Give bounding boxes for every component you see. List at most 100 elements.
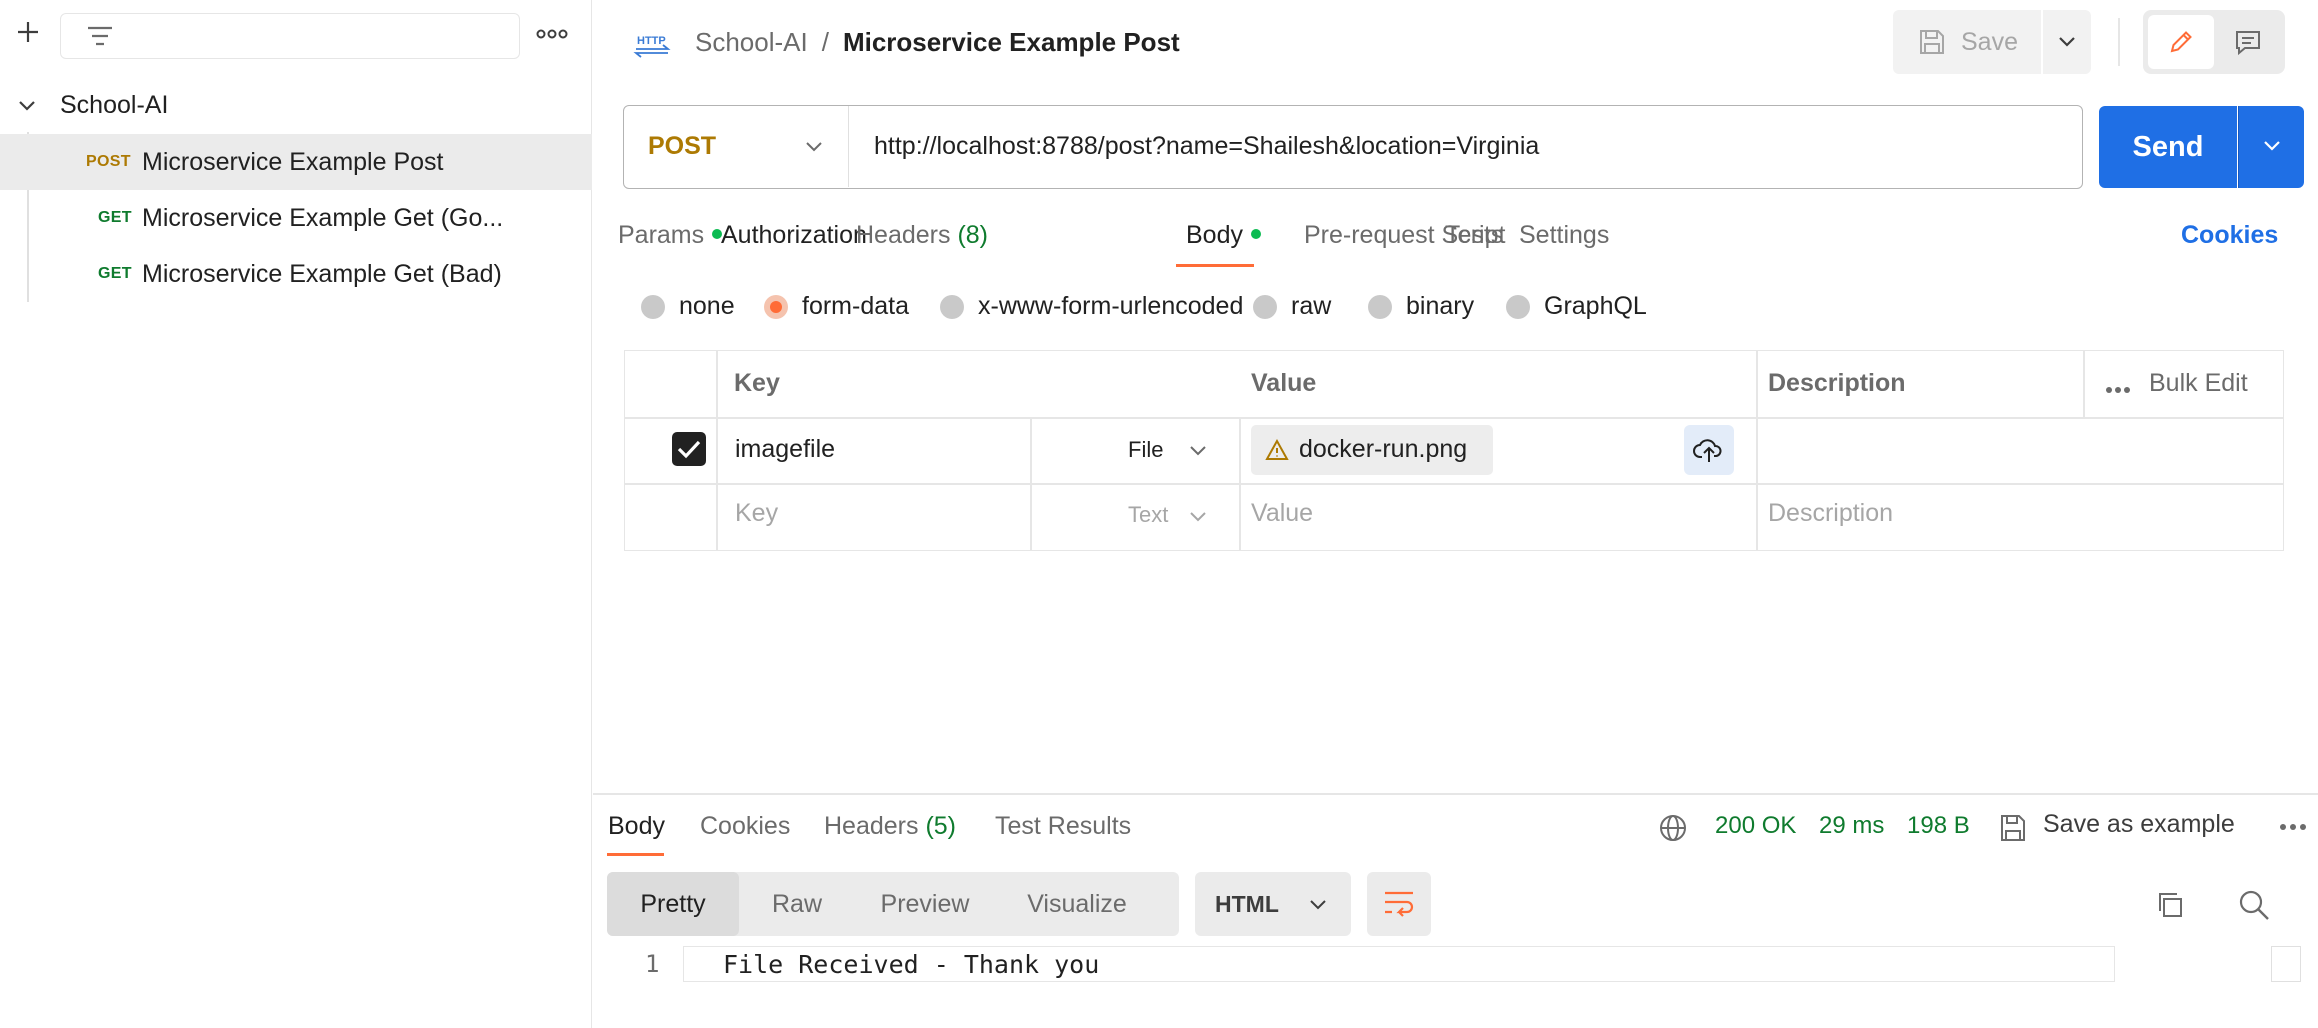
tab-authorization[interactable]: Authorization xyxy=(721,221,867,250)
view-raw[interactable]: Raw xyxy=(741,872,853,936)
radio-urlencoded[interactable]: x-www-form-urlencoded xyxy=(940,292,1243,321)
type-select-placeholder[interactable]: Text xyxy=(1128,502,1168,528)
folder-label: School-AI xyxy=(60,91,169,119)
cookies-link[interactable]: Cookies xyxy=(2181,221,2278,250)
response-tab-headers[interactable]: Headers (5) xyxy=(824,812,956,841)
edit-mode-button[interactable] xyxy=(2148,15,2214,69)
save-dropdown-button[interactable] xyxy=(2043,10,2091,74)
table-divider xyxy=(1756,351,1758,550)
toolbar-divider xyxy=(2118,18,2120,66)
headers-count: (5) xyxy=(925,812,957,840)
response-time[interactable]: 29 ms xyxy=(1819,812,1884,840)
request-name: Microservice Example Get (Go... xyxy=(142,204,504,232)
save-as-example-button[interactable]: Save as example xyxy=(2043,810,2235,839)
view-visualize[interactable]: Visualize xyxy=(997,872,1157,936)
save-label: Save xyxy=(1961,27,2018,56)
value-placeholder[interactable]: Value xyxy=(1251,499,1313,528)
tab-body[interactable]: Body xyxy=(1186,221,1261,250)
copy-icon[interactable] xyxy=(2155,890,2185,920)
chevron-down-icon xyxy=(806,142,822,152)
method-badge: GET xyxy=(98,209,132,226)
more-options-icon[interactable] xyxy=(534,22,570,46)
file-chip[interactable]: docker-run.png xyxy=(1251,425,1493,475)
sidebar-item-get-good[interactable]: GET Microservice Example Get (Go... xyxy=(0,190,592,246)
word-wrap-button[interactable] xyxy=(1367,872,1431,936)
collection-folder[interactable]: School-AI xyxy=(0,82,592,128)
radio-circle xyxy=(1506,294,1530,319)
radio-label: form-data xyxy=(802,292,909,320)
save-icon xyxy=(2001,815,2025,841)
response-body-editor[interactable]: 1 File Received - Thank you xyxy=(593,946,2318,1028)
chevron-down-icon[interactable] xyxy=(16,94,38,116)
bulk-edit-link[interactable]: Bulk Edit xyxy=(2149,369,2248,398)
view-mode-toggle xyxy=(2143,10,2285,74)
globe-icon[interactable] xyxy=(1658,813,1688,843)
row-enabled-checkbox[interactable] xyxy=(672,432,706,466)
response-tab-body[interactable]: Body xyxy=(608,812,665,841)
request-name: Microservice Example Post xyxy=(142,148,444,176)
cloud-upload-icon xyxy=(1693,439,1722,462)
editor-scrollbar[interactable] xyxy=(2271,946,2301,982)
tab-params[interactable]: Params xyxy=(618,221,723,250)
column-header-key: Key xyxy=(734,369,780,397)
radio-raw[interactable]: raw xyxy=(1253,292,1331,321)
tab-headers[interactable]: Headers (8) xyxy=(856,221,988,250)
chevron-down-icon xyxy=(2264,141,2280,151)
breadcrumb-separator: / xyxy=(821,26,829,57)
format-select[interactable]: HTML xyxy=(1195,872,1351,936)
line-number: 1 xyxy=(645,950,660,978)
send-dropdown-button[interactable] xyxy=(2238,106,2304,188)
upload-file-button[interactable] xyxy=(1684,425,1734,475)
radio-label: binary xyxy=(1406,292,1475,320)
add-icon[interactable] xyxy=(12,16,44,48)
more-options-icon[interactable] xyxy=(2105,381,2131,399)
type-select[interactable]: File xyxy=(1128,437,1163,463)
headers-count: (8) xyxy=(957,221,989,249)
radio-graphql[interactable]: GraphQL xyxy=(1506,292,1647,321)
key-cell[interactable]: imagefile xyxy=(735,435,835,464)
radio-none[interactable]: none xyxy=(641,292,735,321)
status-dot xyxy=(1250,229,1261,240)
radio-form-data[interactable]: form-data xyxy=(764,292,909,321)
radio-label: none xyxy=(679,292,735,320)
response-tab-cookies[interactable]: Cookies xyxy=(700,812,790,841)
sidebar-item-post[interactable]: POST Microservice Example Post xyxy=(0,134,592,190)
svg-text:HTTP: HTTP xyxy=(637,35,666,47)
table-divider xyxy=(625,417,2283,419)
tab-label: Body xyxy=(1186,221,1243,249)
filter-input[interactable] xyxy=(60,13,520,59)
method-select[interactable]: POST xyxy=(624,106,849,187)
tab-tests[interactable]: Tests xyxy=(1445,221,1503,250)
breadcrumb-workspace[interactable]: School-AI xyxy=(695,27,808,58)
save-button[interactable]: Save xyxy=(1893,10,2041,74)
more-options-icon[interactable] xyxy=(2279,823,2307,831)
active-tab-indicator xyxy=(607,853,664,856)
table-divider xyxy=(1239,417,1241,551)
request-tabs: Params Authorization Headers (8) Body Pr… xyxy=(593,215,2318,271)
view-preview[interactable]: Preview xyxy=(855,872,995,936)
chevron-down-icon[interactable] xyxy=(1187,508,1209,526)
response-tab-test-results[interactable]: Test Results xyxy=(995,812,1131,841)
method-badge: GET xyxy=(98,265,132,282)
status-code[interactable]: 200 OK xyxy=(1715,812,1796,840)
search-icon[interactable] xyxy=(2237,888,2271,922)
sidebar-item-get-bad[interactable]: GET Microservice Example Get (Bad) xyxy=(0,246,592,302)
url-bar: POST xyxy=(623,105,2083,189)
chevron-down-icon[interactable] xyxy=(1187,442,1209,460)
key-placeholder[interactable]: Key xyxy=(735,499,778,528)
wrap-lines-icon xyxy=(1385,891,1414,917)
response-size[interactable]: 198 B xyxy=(1907,812,1970,840)
page-title[interactable]: Microservice Example Post xyxy=(843,27,1180,58)
send-button[interactable]: Send xyxy=(2099,106,2237,188)
radio-label: x-www-form-urlencoded xyxy=(978,292,1244,320)
filter-icon xyxy=(88,26,112,46)
pane-divider[interactable] xyxy=(593,793,2318,795)
sidebar: School-AI POST Microservice Example Post… xyxy=(0,0,592,1028)
active-tab-indicator xyxy=(1176,264,1254,267)
view-pretty[interactable]: Pretty xyxy=(607,872,739,936)
url-input[interactable] xyxy=(874,106,2054,187)
radio-circle xyxy=(1253,294,1277,319)
description-placeholder[interactable]: Description xyxy=(1768,499,1893,528)
radio-binary[interactable]: binary xyxy=(1368,292,1474,321)
tab-settings[interactable]: Settings xyxy=(1519,221,1609,250)
